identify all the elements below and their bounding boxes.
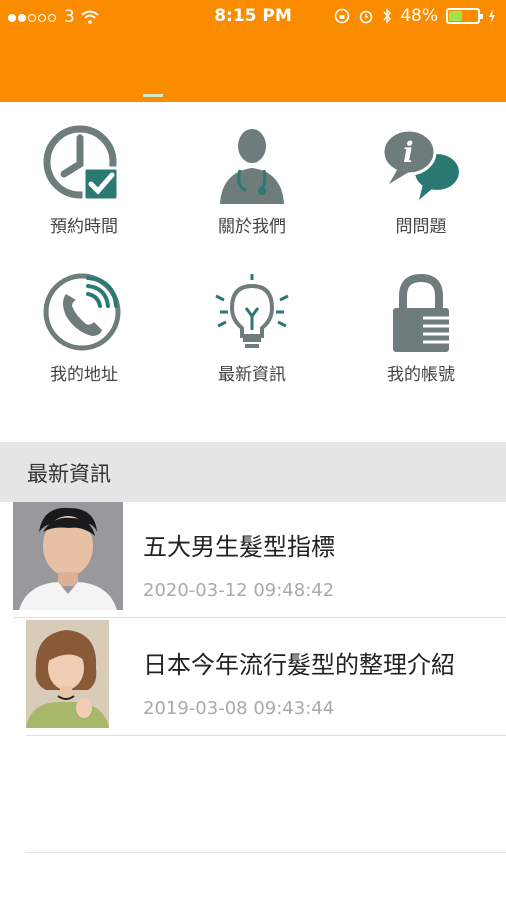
menu-label: 最新資訊 — [218, 365, 286, 385]
news-thumbnail — [26, 620, 109, 728]
lightbulb-icon — [215, 274, 289, 348]
news-date: 2020-03-12 09:48:42 — [143, 580, 335, 601]
menu-item-account[interactable]: 我的帳號 — [337, 272, 505, 385]
pull-indicator — [143, 94, 163, 97]
woman-portrait-image — [26, 620, 109, 728]
news-list-item[interactable]: 五大男生髮型指標 2020-03-12 09:48:42 — [0, 502, 506, 618]
menu-label: 我的帳號 — [387, 365, 455, 385]
bluetooth-icon — [383, 8, 392, 24]
news-list-item[interactable]: 日本今年流行髮型的整理介紹 2019-03-08 09:43:44 — [0, 620, 506, 736]
menu-label: 問問題 — [395, 217, 447, 237]
menu-label: 預約時間 — [50, 217, 118, 237]
battery-icon — [446, 8, 483, 24]
status-bar: 3 8:15 PM 48% — [0, 0, 506, 34]
list-divider — [13, 617, 506, 618]
news-section-header: 最新資訊 — [0, 442, 506, 502]
list-divider — [26, 852, 506, 853]
rotation-lock-icon — [334, 8, 350, 24]
battery-percent: 48% — [400, 6, 438, 26]
doctor-icon — [220, 129, 284, 204]
news-thumbnail — [13, 502, 123, 610]
section-title: 最新資訊 — [27, 462, 111, 486]
news-title: 日本今年流行髮型的整理介紹 — [143, 651, 455, 679]
menu-item-news[interactable]: 最新資訊 — [168, 272, 336, 385]
chat-info-icon: i — [381, 128, 459, 200]
menu-label: 關於我們 — [218, 217, 286, 237]
app-header-bar — [0, 34, 506, 102]
man-portrait-image — [13, 502, 123, 610]
phone-icon — [43, 273, 121, 351]
menu-item-address[interactable]: 我的地址 — [0, 272, 168, 385]
menu-grid: 預約時間 關於我們 i 問問題 我的地址 最新資訊 我的帳號 — [0, 102, 506, 442]
news-date: 2019-03-08 09:43:44 — [143, 698, 335, 719]
list-divider — [26, 735, 506, 736]
menu-label: 我的地址 — [50, 365, 118, 385]
alarm-icon — [359, 10, 373, 24]
menu-item-about[interactable]: 關於我們 — [168, 124, 336, 237]
clock-check-icon — [43, 125, 120, 202]
charging-icon — [489, 9, 495, 23]
menu-item-faq[interactable]: i 問問題 — [337, 124, 505, 237]
lock-icon — [393, 273, 449, 352]
menu-item-appointment[interactable]: 預約時間 — [0, 124, 168, 237]
news-title: 五大男生髮型指標 — [143, 533, 335, 561]
svg-text:i: i — [403, 136, 414, 169]
